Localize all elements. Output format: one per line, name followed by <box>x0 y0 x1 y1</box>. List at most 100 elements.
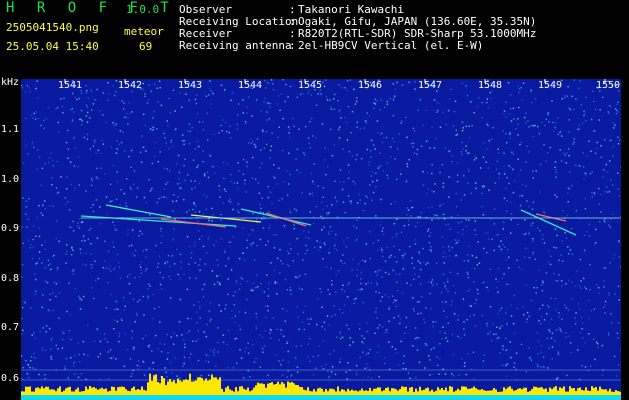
noise-speck <box>66 176 68 178</box>
noise-speck <box>364 367 366 370</box>
noise-speck <box>487 167 489 169</box>
noise-speck <box>469 305 471 307</box>
noise-speck <box>374 98 376 100</box>
noise-speck <box>28 198 30 200</box>
noise-speck <box>567 148 570 150</box>
noise-speck <box>554 298 557 300</box>
noise-speck <box>465 225 468 228</box>
noise-speck <box>521 195 523 197</box>
noise-speck <box>276 103 279 105</box>
noise-speck <box>590 310 592 312</box>
noise-speck <box>496 168 498 170</box>
noise-speck <box>267 288 270 290</box>
noise-speck <box>554 340 556 342</box>
noise-speck <box>21 333 23 335</box>
noise-speck <box>296 366 299 368</box>
noise-speck <box>194 180 196 182</box>
noise-speck <box>28 377 30 379</box>
noise-speck <box>330 315 333 318</box>
noise-speck <box>581 337 584 339</box>
noise-speck <box>41 262 43 264</box>
noise-speck <box>208 153 211 156</box>
noise-speck <box>401 84 404 86</box>
noise-speck <box>287 361 290 363</box>
noise-speck <box>166 120 168 122</box>
noise-speck <box>299 93 302 96</box>
noise-speck <box>156 128 158 130</box>
noise-speck <box>466 271 468 274</box>
noise-speck <box>543 144 545 146</box>
noise-speck <box>320 93 322 95</box>
noise-speck <box>356 274 358 277</box>
noise-speck <box>418 251 420 253</box>
noise-speck <box>143 374 146 376</box>
noise-speck <box>307 137 310 139</box>
noise-speck <box>176 183 179 185</box>
noise-speck <box>341 188 344 191</box>
noise-speck <box>38 156 41 159</box>
noise-speck <box>348 151 351 153</box>
noise-speck <box>405 116 407 118</box>
noise-speck <box>584 250 586 252</box>
noise-speck <box>360 158 363 160</box>
noise-speck <box>409 377 411 379</box>
noise-speck <box>394 256 396 258</box>
noise-speck <box>432 284 434 287</box>
noise-speck <box>578 285 580 287</box>
noise-speck <box>280 93 282 95</box>
noise-speck <box>356 365 358 367</box>
noise-speck <box>149 214 151 216</box>
noise-speck <box>194 211 197 213</box>
noise-speck <box>529 223 532 225</box>
noise-speck <box>273 247 276 249</box>
noise-speck <box>112 164 114 167</box>
noise-speck <box>334 196 336 199</box>
noise-speck <box>21 84 23 87</box>
noise-speck <box>127 233 129 236</box>
noise-speck <box>439 171 441 174</box>
noise-speck <box>189 245 191 248</box>
noise-speck <box>362 351 364 353</box>
noise-speck <box>413 310 415 312</box>
noise-speck <box>581 365 583 367</box>
noise-speck <box>528 231 530 234</box>
noise-speck <box>172 238 174 241</box>
noise-speck <box>70 254 73 256</box>
noise-speck <box>43 200 46 202</box>
noise-speck <box>521 99 523 102</box>
noise-speck <box>355 240 357 242</box>
noise-speck <box>353 302 355 304</box>
noise-speck <box>590 150 592 152</box>
noise-speck <box>177 196 179 198</box>
noise-speck <box>324 328 326 330</box>
noise-speck <box>524 256 526 258</box>
noise-speck <box>354 183 356 185</box>
noise-speck <box>581 322 584 324</box>
noise-speck <box>610 218 612 220</box>
noise-speck <box>567 191 569 194</box>
noise-speck <box>169 297 172 299</box>
noise-speck <box>24 91 27 93</box>
noise-speck <box>556 329 558 331</box>
noise-speck <box>51 337 53 340</box>
noise-speck <box>392 295 394 297</box>
noise-speck <box>568 279 570 282</box>
noise-speck <box>96 237 99 239</box>
noise-speck <box>537 353 539 355</box>
noise-speck <box>463 365 466 367</box>
noise-speck <box>543 356 545 358</box>
noise-speck <box>612 257 614 260</box>
noise-speck <box>580 287 582 289</box>
noise-speck <box>406 163 408 165</box>
noise-speck <box>142 337 144 340</box>
noise-speck <box>474 302 476 305</box>
noise-speck <box>277 136 279 139</box>
noise-speck <box>360 271 362 274</box>
noise-speck <box>194 277 197 280</box>
noise-speck <box>213 133 215 135</box>
noise-speck <box>214 172 216 174</box>
noise-speck <box>268 282 270 284</box>
noise-speck <box>535 279 537 282</box>
noise-speck <box>510 213 513 215</box>
noise-speck <box>388 320 390 322</box>
